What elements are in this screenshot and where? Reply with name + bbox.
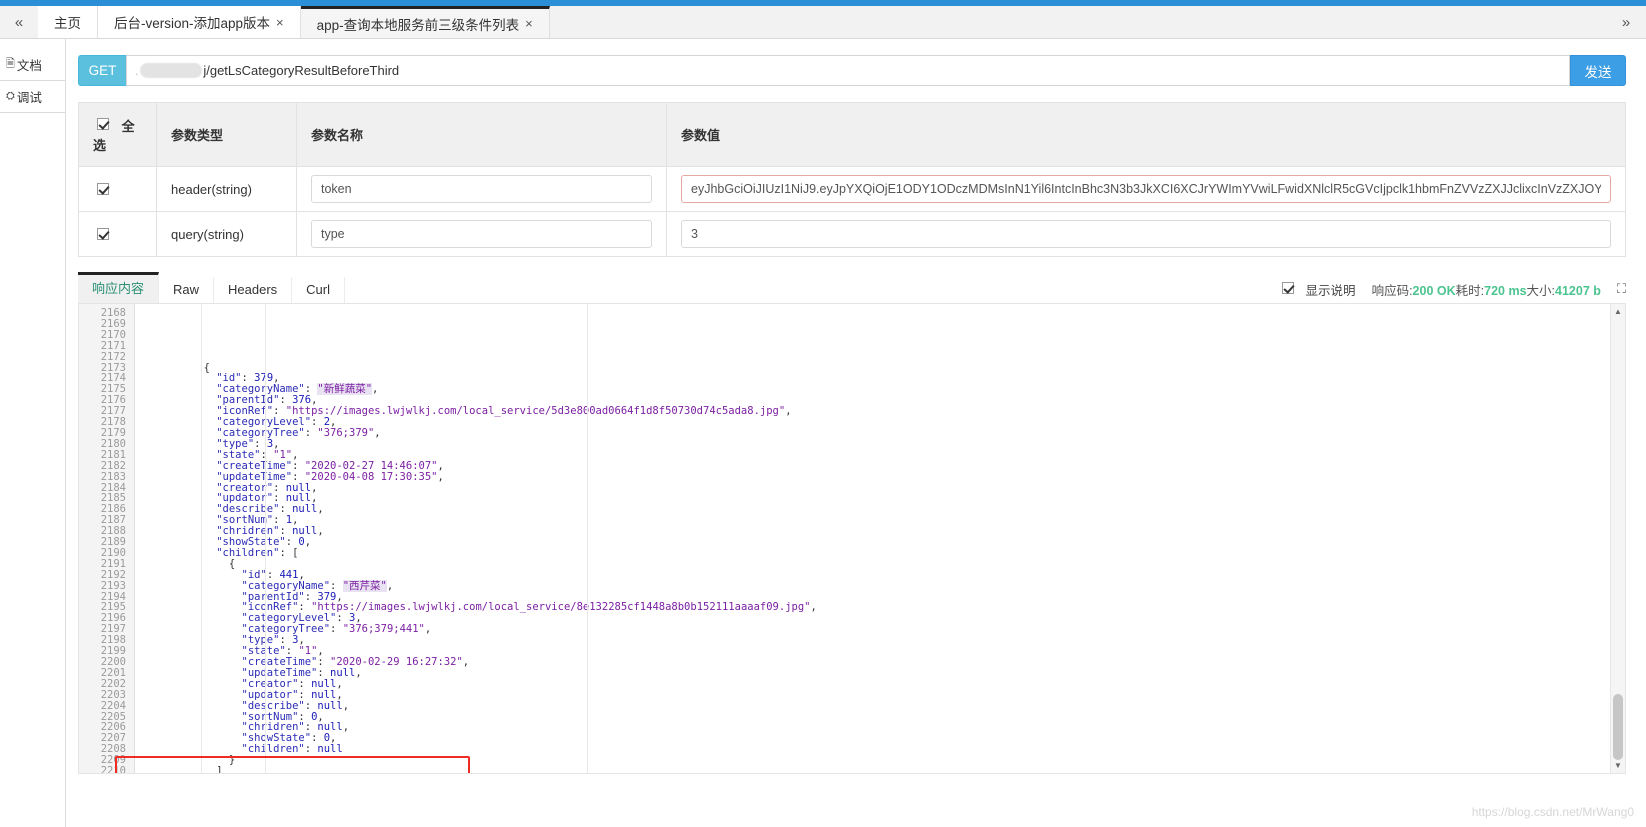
table-header-row: 全选 参数类型 参数名称 参数值 (78, 102, 1626, 167)
response-meta: 显示说明 响应码:200 OK耗时:720 ms大小:41207 b ⛶ (1278, 279, 1626, 303)
param-name-cell-type (296, 211, 667, 257)
scroll-down-icon[interactable]: ▼ (1611, 758, 1625, 773)
left-rail: 🗎 文档 ⛭ 调试 (0, 39, 66, 827)
row-checkbox-cell (78, 211, 157, 257)
sidebar-item-debug-label: 调试 (16, 91, 42, 105)
collapse-tabs-icon[interactable]: « (0, 6, 38, 38)
tab-response-body[interactable]: 响应内容 (78, 272, 160, 303)
tab-curl[interactable]: Curl (292, 277, 346, 303)
row-checkbox-type[interactable] (97, 227, 109, 240)
parameters-table: 全选 参数类型 参数名称 参数值 header(string) token ey… (78, 102, 1626, 257)
code-vertical-rule (265, 304, 266, 773)
status-code-value: 200 OK (1412, 283, 1456, 298)
param-value-input-type[interactable] (681, 220, 1611, 248)
param-type-token: header(string) (156, 166, 297, 212)
request-url-bar: GET . j/getLsCategoryResultBeforeThird 发… (78, 55, 1626, 86)
param-value-cell-token (666, 166, 1626, 212)
tab-add-app-version-label: 后台-version-添加app版本 (114, 16, 271, 31)
table-row: query(string) (78, 211, 1626, 257)
scroll-up-icon[interactable]: ▲ (1611, 304, 1625, 319)
tab-local-service-category-label: app-查询本地服务前三级条件列表 (316, 17, 520, 33)
tab-add-app-version[interactable]: 后台-version-添加app版本 × (98, 6, 301, 38)
param-value-cell-type (666, 211, 1626, 257)
tab-raw[interactable]: Raw (159, 277, 215, 303)
tab-local-service-category[interactable]: app-查询本地服务前三级条件列表 × (300, 6, 550, 38)
column-select-all: 全选 (78, 102, 157, 167)
response-code-viewer[interactable]: 2168 2169 2170 2171 2172 2173 2174 2175 … (78, 304, 1626, 774)
sidebar-item-debug[interactable]: ⛭ 调试 (0, 80, 65, 113)
expand-tabs-icon[interactable]: » (1606, 6, 1646, 38)
url-masked-prefix-dot: . (135, 63, 139, 78)
column-param-value: 参数值 (666, 102, 1626, 167)
fullscreen-icon[interactable]: ⛶ (1617, 281, 1626, 297)
line-number-gutter: 2168 2169 2170 2171 2172 2173 2174 2175 … (79, 304, 135, 773)
close-icon[interactable]: × (276, 15, 284, 30)
close-icon[interactable]: × (525, 16, 533, 31)
status-time-label: 耗时: (1455, 283, 1485, 298)
debug-icon: ⛭ (6, 90, 15, 102)
row-checkbox-token[interactable] (97, 182, 109, 195)
scrollbar-thumb[interactable] (1613, 694, 1623, 760)
body: 🗎 文档 ⛭ 调试 GET . j/getLsCategoryResultBef… (0, 39, 1646, 827)
vertical-scrollbar[interactable]: ▲ ▼ (1610, 304, 1625, 773)
url-path-text: j/getLsCategoryResultBeforeThird (203, 63, 400, 78)
response-tab-bar: 响应内容 Raw Headers Curl 显示说明 响应码:200 OK耗时:… (78, 272, 1626, 304)
status-code-label: 响应码: (1371, 283, 1413, 298)
show-description-toggle[interactable]: 显示说明 (1278, 279, 1356, 299)
status-size-value: 41207 b (1555, 283, 1601, 298)
param-name-cell-token (296, 166, 667, 212)
table-row: header(string) (78, 166, 1626, 212)
tab-headers[interactable]: Headers (214, 277, 293, 303)
status-size-label: 大小: (1526, 283, 1556, 298)
watermark: https://blog.csdn.net/MrWang0 (1471, 805, 1634, 819)
param-name-input-token[interactable] (311, 175, 652, 203)
tab-home[interactable]: 主页 (38, 6, 98, 38)
row-checkbox-cell (78, 166, 157, 212)
show-description-checkbox[interactable] (1282, 282, 1295, 294)
main-panel: GET . j/getLsCategoryResultBeforeThird 发… (66, 39, 1646, 827)
column-param-name: 参数名称 (296, 102, 667, 167)
sidebar-item-document[interactable]: 🗎 文档 (0, 49, 65, 80)
document-icon: 🗎 (6, 58, 15, 70)
http-method-selector[interactable]: GET (78, 55, 126, 86)
code-vertical-rule (201, 304, 202, 773)
url-input[interactable]: . j/getLsCategoryResultBeforeThird (126, 55, 1570, 86)
status-time-value: 720 ms (1484, 283, 1527, 298)
code-vertical-rule (587, 304, 588, 773)
select-all-checkbox[interactable] (97, 118, 109, 130)
tab-bar: « 主页 后台-version-添加app版本 × app-查询本地服务前三级条… (0, 6, 1646, 39)
send-button[interactable]: 发送 (1570, 55, 1626, 86)
url-masked-host (140, 63, 203, 78)
show-description-label: 显示说明 (1305, 284, 1356, 298)
tab-home-label: 主页 (54, 16, 81, 31)
param-type-type: query(string) (156, 211, 297, 257)
column-param-type: 参数类型 (156, 102, 297, 167)
sidebar-item-document-label: 文档 (16, 59, 42, 73)
response-code-content[interactable]: { "id": 379, "categoryName": "新鲜蔬菜", "pa… (135, 304, 1625, 773)
param-value-input-token[interactable] (681, 175, 1611, 203)
status-badge: 响应码:200 OK耗时:720 ms大小:41207 b (1372, 280, 1601, 299)
param-name-input-type[interactable] (311, 220, 652, 248)
